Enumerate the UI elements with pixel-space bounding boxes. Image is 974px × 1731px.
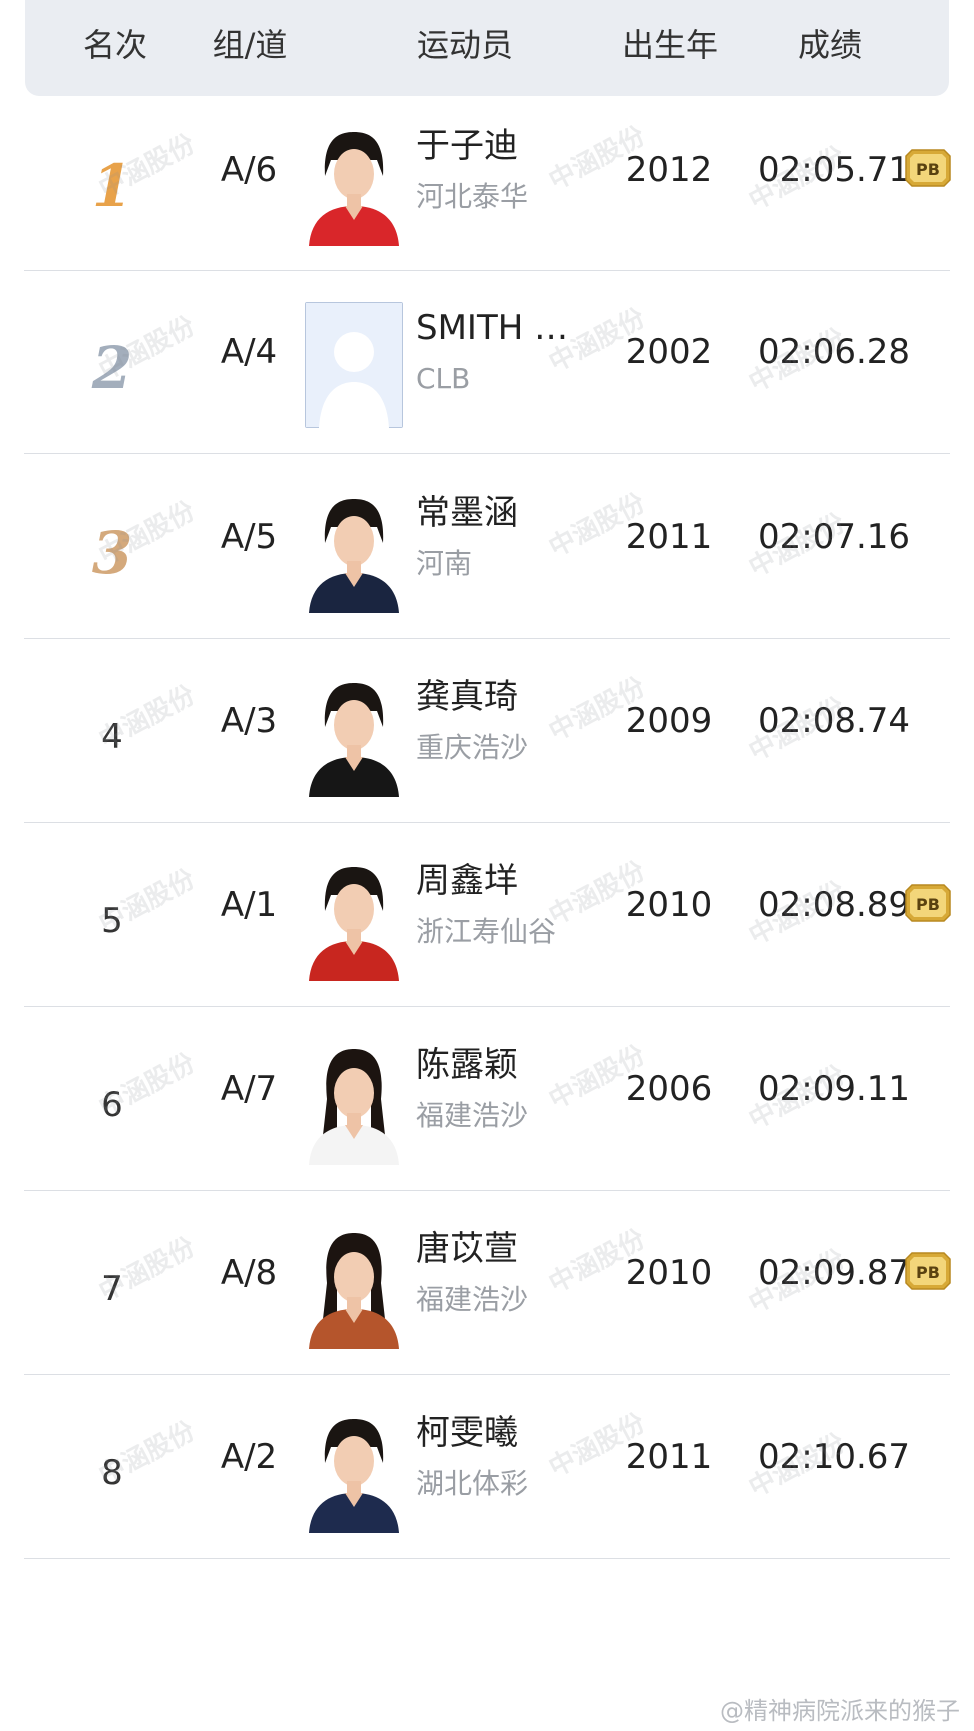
result-time: 02:05.71 <box>757 150 911 190</box>
athlete-photo[interactable] <box>305 487 403 613</box>
column-header-birth-year[interactable]: 出生年 <box>585 23 755 67</box>
rank-value: 6 <box>101 1085 123 1125</box>
rank-value: 4 <box>101 717 123 757</box>
table-row[interactable]: 5 A/1 周鑫垟 浙江寿仙谷 2010 02:08.89 PB 中涵股份 中涵… <box>24 823 952 1007</box>
pb-badge-text: PB <box>916 160 940 179</box>
lane-value: A/7 <box>220 1069 278 1109</box>
rank-value: 2 <box>91 334 133 402</box>
athlete-photo[interactable] <box>305 302 403 428</box>
column-header-lane[interactable]: 组/道 <box>185 23 315 67</box>
athlete-team: 福建浩沙 <box>416 1099 529 1132</box>
result-time: 02:07.16 <box>757 517 911 557</box>
birth-year-value: 2011 <box>625 517 713 557</box>
athlete-team: 河南 <box>416 547 473 580</box>
column-header-result[interactable]: 成绩 <box>755 23 905 67</box>
table-row[interactable]: 2 A/4 SMITH … CLB 2002 02:06.28 中涵股份 中涵股… <box>24 270 950 454</box>
result-time: 02:09.87 <box>757 1253 911 1293</box>
weibo-credit: @精神病院派来的猴子 <box>720 1697 960 1725</box>
athlete-team: 河北泰华 <box>416 180 529 213</box>
pb-badge-text: PB <box>916 1263 940 1282</box>
pb-badge-icon: PB <box>904 883 952 923</box>
athlete-team: 重庆浩沙 <box>416 731 529 764</box>
pb-badge-icon: PB <box>904 1251 952 1291</box>
table-header: 名次 组/道 运动员 出生年 成绩 <box>25 0 949 96</box>
result-time: 02:09.11 <box>757 1069 911 1109</box>
table-row[interactable]: 7 A/8 唐苡萱 福建浩沙 2010 02:09.87 PB 中涵股份 中涵股… <box>24 1191 952 1375</box>
athlete-name[interactable]: 柯雯曦 <box>416 1411 596 1455</box>
birth-year-value: 2012 <box>625 150 713 190</box>
athlete-name[interactable]: 唐苡萱 <box>416 1227 596 1271</box>
athlete-name[interactable]: 常墨涵 <box>416 491 596 535</box>
lane-value: A/3 <box>220 701 278 741</box>
table-row[interactable]: 6 A/7 陈露颖 福建浩沙 2006 02:09.11 中涵股份 中涵股份 中… <box>24 1007 950 1191</box>
table-row[interactable]: 8 A/2 柯雯曦 湖北体彩 2011 02:10.67 中涵股份 中涵股份 中… <box>24 1375 950 1559</box>
result-time: 02:08.74 <box>757 701 911 741</box>
lane-value: A/5 <box>220 517 278 557</box>
rank-value: 3 <box>91 519 133 587</box>
athlete-name[interactable]: SMITH … <box>416 306 596 350</box>
athlete-team: CLB <box>416 362 471 395</box>
table-row[interactable]: 1 A/6 于子迪 河北泰华 2012 02:05.71 PB 中涵股份 中涵股… <box>24 96 952 271</box>
birth-year-value: 2011 <box>625 1437 713 1477</box>
athlete-name[interactable]: 陈露颖 <box>416 1043 596 1087</box>
pb-badge-text: PB <box>916 895 940 914</box>
birth-year-value: 2010 <box>625 885 713 925</box>
pb-badge-icon: PB <box>904 148 952 188</box>
lane-value: A/1 <box>220 885 278 925</box>
athlete-name[interactable]: 龚真琦 <box>416 675 596 719</box>
athlete-team: 福建浩沙 <box>416 1283 529 1316</box>
column-header-athlete[interactable]: 运动员 <box>355 23 575 67</box>
athlete-photo[interactable] <box>305 120 403 246</box>
column-header-rank[interactable]: 名次 <box>55 23 175 67</box>
result-time: 02:08.89 <box>757 885 911 925</box>
table-row[interactable]: 4 A/3 龚真琦 重庆浩沙 2009 02:08.74 中涵股份 中涵股份 中… <box>24 639 950 823</box>
birth-year-value: 2006 <box>625 1069 713 1109</box>
athlete-photo[interactable] <box>305 1407 403 1533</box>
athlete-team: 湖北体彩 <box>416 1467 529 1500</box>
athlete-name[interactable]: 于子迪 <box>416 124 596 168</box>
lane-value: A/8 <box>220 1253 278 1293</box>
birth-year-value: 2010 <box>625 1253 713 1293</box>
athlete-photo[interactable] <box>305 1223 403 1349</box>
athlete-team: 浙江寿仙谷 <box>416 915 557 948</box>
rank-value: 8 <box>101 1453 123 1493</box>
result-time: 02:10.67 <box>757 1437 911 1477</box>
lane-value: A/4 <box>220 332 278 372</box>
athlete-photo[interactable] <box>305 1039 403 1165</box>
birth-year-value: 2009 <box>625 701 713 741</box>
rank-value: 5 <box>101 901 123 941</box>
lane-value: A/6 <box>220 150 278 190</box>
table-row[interactable]: 3 A/5 常墨涵 河南 2011 02:07.16 中涵股份 中涵股份 中涵股… <box>24 455 950 639</box>
rank-value: 1 <box>91 152 133 220</box>
athlete-name[interactable]: 周鑫垟 <box>416 859 596 903</box>
rank-value: 7 <box>101 1269 123 1309</box>
athlete-photo[interactable] <box>305 855 403 981</box>
result-time: 02:06.28 <box>757 332 911 372</box>
athlete-photo[interactable] <box>305 671 403 797</box>
lane-value: A/2 <box>220 1437 278 1477</box>
birth-year-value: 2002 <box>625 332 713 372</box>
